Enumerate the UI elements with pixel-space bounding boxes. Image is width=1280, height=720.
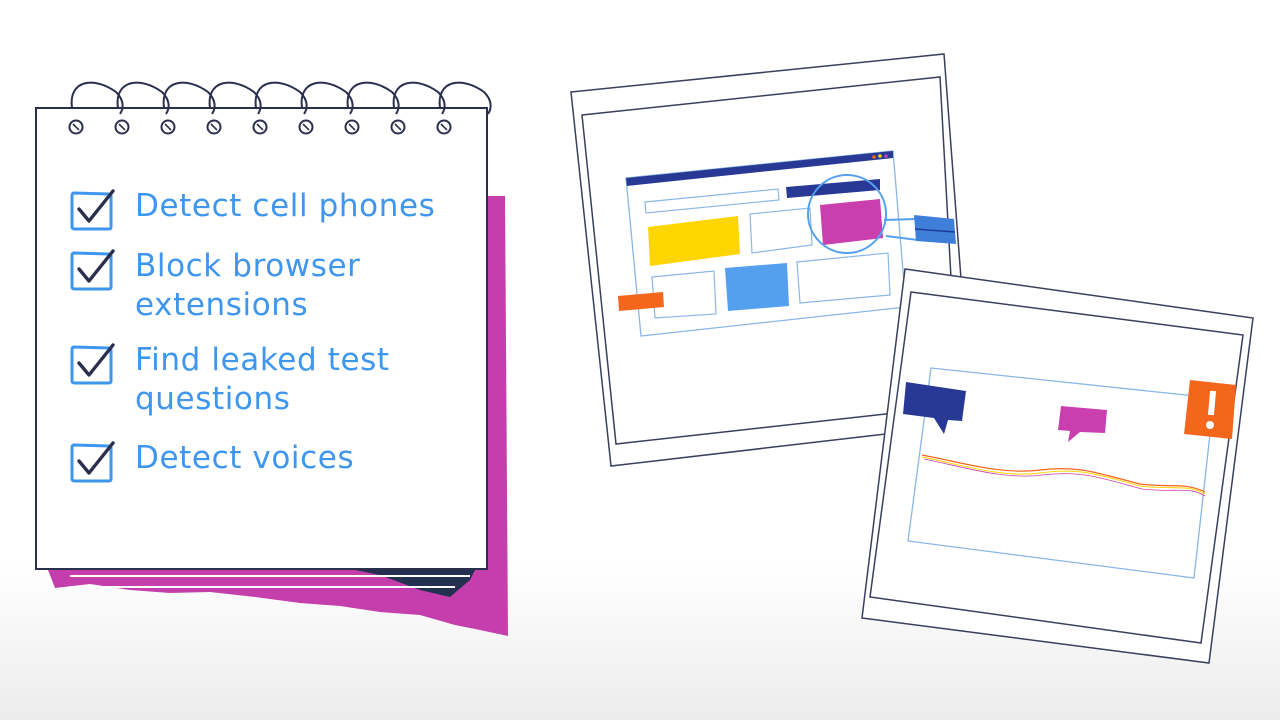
checklist-notepad: Detect cell phones Block browser extensio…: [35, 107, 488, 570]
checkbox-checked-icon: [67, 247, 117, 295]
checklist-item: Detect voices: [67, 439, 354, 487]
checkbox-checked-icon: [67, 341, 117, 389]
checkbox-checked-icon: [67, 187, 117, 235]
checklist-item-label: Detect cell phones: [135, 188, 436, 224]
checklist-item: Detect cell phones: [67, 187, 435, 235]
checkbox-checked-icon: [67, 439, 117, 487]
checklist-item-label: Find leaked test questions: [135, 342, 390, 417]
audio-snapshot-frame: [861, 268, 1254, 664]
checklist-item: Block browser extensions: [67, 247, 361, 325]
checklist-item-label: Detect voices: [135, 440, 355, 476]
checklist-item: Find leaked test questions: [67, 341, 390, 419]
checklist-item-label: Block browser extensions: [135, 248, 361, 323]
exclamation-icon: [1184, 380, 1236, 439]
